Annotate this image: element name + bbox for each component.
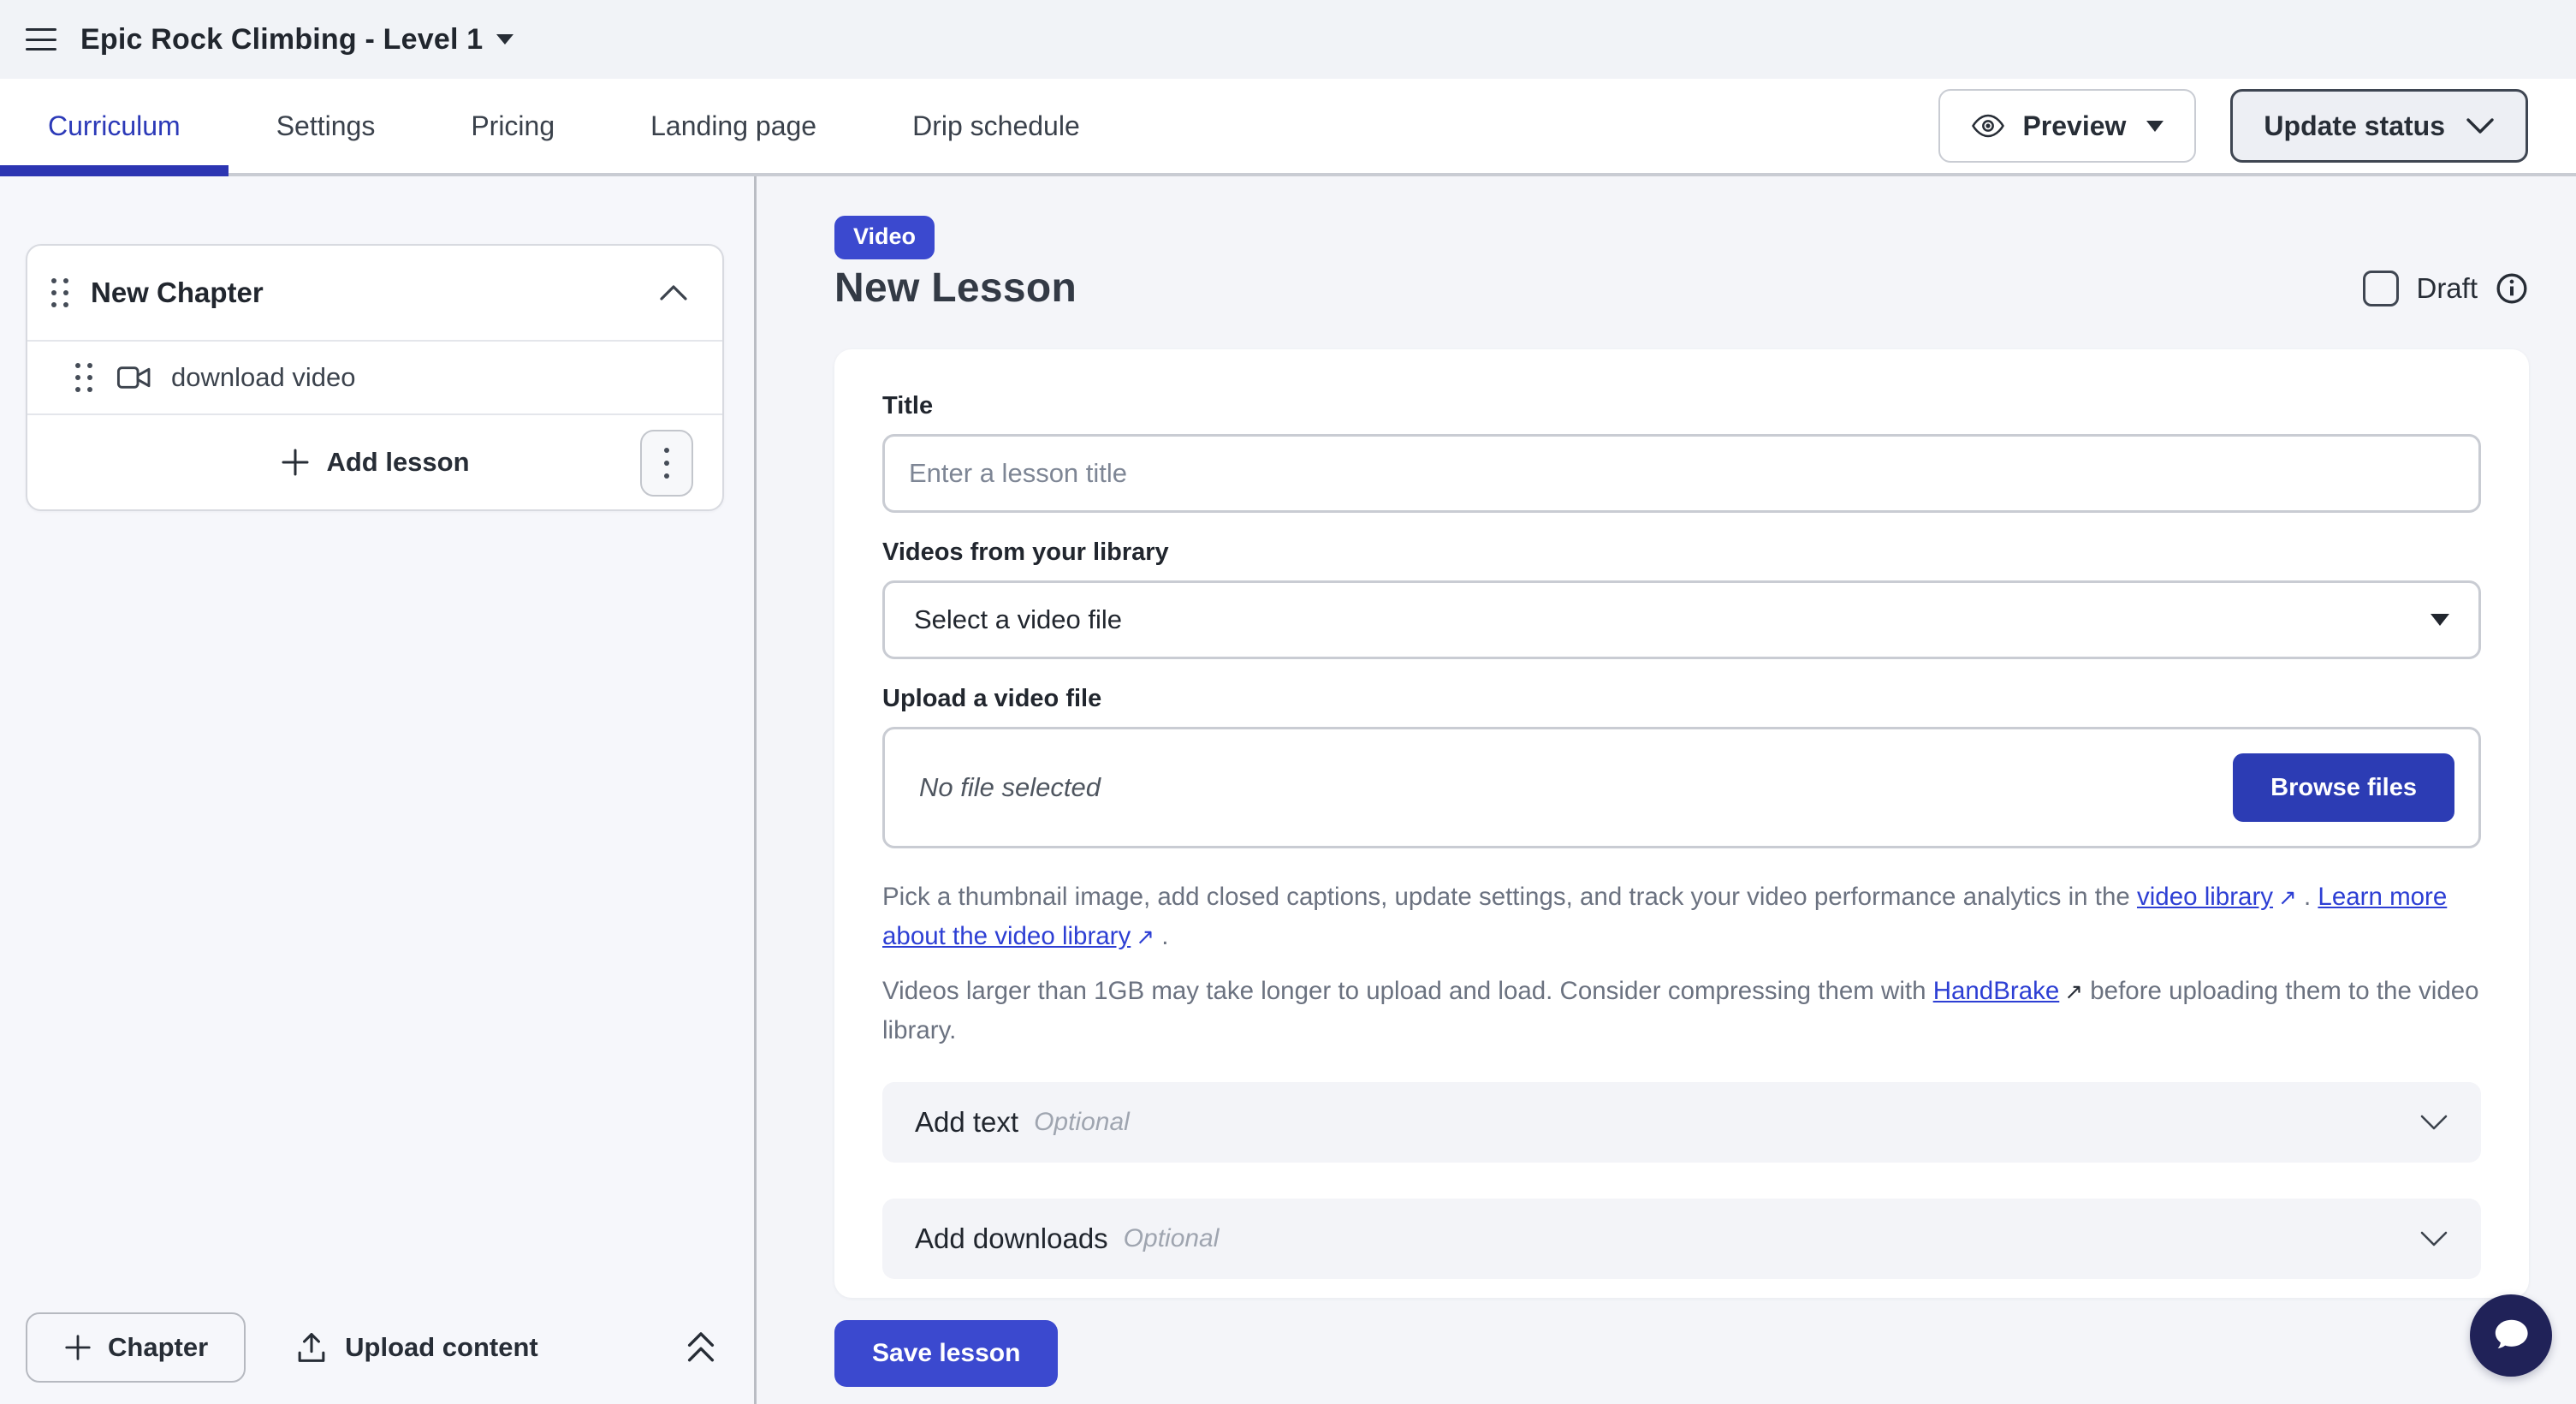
chapter-kebab-menu-button[interactable] [640, 430, 693, 497]
upload-field-label: Upload a video file [882, 685, 2481, 713]
tab-curriculum[interactable]: Curriculum [0, 79, 229, 173]
external-link-arrow-icon: ↗ [2273, 878, 2297, 917]
page-title: New Lesson [834, 265, 1077, 312]
draft-checkbox[interactable] [2363, 271, 2399, 306]
help-text: Pick a thumbnail image, add closed capti… [882, 883, 2137, 911]
tab-pricing[interactable]: Pricing [423, 79, 602, 173]
file-upload-dropzone[interactable]: No file selected Browse files [882, 727, 2481, 848]
collapse-all-double-chevron-up-icon[interactable] [684, 1329, 718, 1366]
draft-label: Draft [2416, 272, 2478, 305]
select-caret-down-icon [2431, 614, 2449, 626]
add-text-label: Add text [915, 1106, 1018, 1139]
info-icon[interactable] [2495, 271, 2529, 306]
video-library-link-label: video library [2137, 883, 2273, 911]
external-link-arrow-icon: ↗ [1131, 918, 1154, 956]
tab-landing-page[interactable]: Landing page [602, 79, 864, 173]
preview-caret-down-icon [2146, 121, 2163, 132]
no-file-text: No file selected [919, 772, 1101, 803]
hamburger-menu-icon[interactable] [26, 28, 56, 51]
update-status-chevron-down-icon [2466, 116, 2495, 135]
update-status-button[interactable]: Update status [2230, 89, 2528, 163]
upload-content-label: Upload content [345, 1332, 538, 1363]
handbrake-link-label: HandBrake [1933, 977, 2060, 1005]
tab-drip-schedule[interactable]: Drip schedule [864, 79, 1128, 173]
draft-group: Draft [2363, 271, 2529, 306]
add-lesson-button[interactable]: Add lesson [280, 447, 469, 478]
lesson-row[interactable]: download video [27, 340, 722, 413]
video-camera-icon [116, 363, 152, 392]
handbrake-link[interactable]: HandBrake [1933, 977, 2060, 1005]
chapter-card: New Chapter download video [26, 244, 724, 511]
chat-widget-button[interactable] [2470, 1294, 2552, 1377]
add-lesson-label: Add lesson [326, 447, 469, 478]
tabs: Curriculum Settings Pricing Landing page… [0, 79, 1128, 173]
chapter-footer: Add lesson [27, 413, 722, 509]
curriculum-sidebar: New Chapter download video [0, 176, 757, 1404]
lesson-drag-handle-icon[interactable] [75, 363, 92, 392]
add-downloads-optional-label: Optional [1124, 1224, 1220, 1253]
plus-icon [63, 1333, 92, 1362]
eye-icon [1971, 109, 2005, 143]
save-lesson-button[interactable]: Save lesson [834, 1320, 1058, 1387]
video-library-link[interactable]: video library↗ [2137, 883, 2297, 911]
chat-bubble-icon [2487, 1312, 2535, 1359]
lesson-title[interactable]: download video [171, 362, 355, 393]
course-title[interactable]: Epic Rock Climbing - Level 1 [80, 23, 483, 57]
video-library-select-value: Select a video file [914, 604, 1122, 635]
preview-button[interactable]: Preview [1938, 89, 2196, 163]
video-library-select[interactable]: Select a video file [882, 580, 2481, 659]
help-text: Videos larger than 1GB may take longer t… [882, 977, 1933, 1005]
course-caret-down-icon[interactable] [496, 34, 513, 45]
upload-content-button[interactable]: Upload content [295, 1330, 538, 1365]
lesson-title-input[interactable] [882, 434, 2481, 513]
add-downloads-section[interactable]: Add downloads Optional [882, 1199, 2481, 1279]
tab-settings[interactable]: Settings [229, 79, 424, 173]
chapter-title[interactable]: New Chapter [91, 277, 264, 309]
external-link-arrow-icon: ↗ [2059, 973, 2083, 1011]
add-text-section[interactable]: Add text Optional [882, 1082, 2481, 1163]
help-text: . [2297, 883, 2318, 911]
title-field-label: Title [882, 392, 2481, 420]
add-downloads-label: Add downloads [915, 1223, 1108, 1255]
add-text-optional-label: Optional [1034, 1108, 1130, 1137]
upload-icon [295, 1330, 328, 1365]
chapter-drag-handle-icon[interactable] [51, 278, 68, 307]
chapter-collapse-chevron-up-icon[interactable] [659, 284, 688, 301]
sidebar-footer: Chapter Upload content [0, 1303, 754, 1404]
tab-actions: Preview Update status [1938, 79, 2576, 173]
add-downloads-chevron-down-icon [2419, 1229, 2448, 1248]
video-library-help-text: Pick a thumbnail image, add closed capti… [882, 878, 2481, 956]
update-status-label: Update status [2264, 110, 2445, 142]
chapter-header[interactable]: New Chapter [27, 246, 722, 340]
lesson-editor: Video New Lesson Draft Title Videos from… [759, 176, 2576, 1404]
lesson-type-badge: Video [834, 216, 935, 259]
top-header: Epic Rock Climbing - Level 1 [0, 0, 2576, 79]
add-chapter-button[interactable]: Chapter [26, 1312, 246, 1383]
lesson-title-row: New Lesson Draft [834, 265, 2529, 312]
lesson-form-card: Title Videos from your library Select a … [834, 349, 2529, 1298]
browse-files-button[interactable]: Browse files [2233, 753, 2454, 822]
tab-bar: Curriculum Settings Pricing Landing page… [0, 79, 2576, 176]
library-field-label: Videos from your library [882, 538, 2481, 567]
plus-icon [280, 447, 311, 478]
help-text: . [1154, 922, 1168, 950]
compression-help-text: Videos larger than 1GB may take longer t… [882, 972, 2481, 1050]
add-chapter-label: Chapter [108, 1332, 208, 1363]
preview-button-label: Preview [2022, 110, 2126, 142]
add-text-chevron-down-icon [2419, 1113, 2448, 1132]
app-root: Epic Rock Climbing - Level 1 Curriculum … [0, 0, 2576, 1404]
